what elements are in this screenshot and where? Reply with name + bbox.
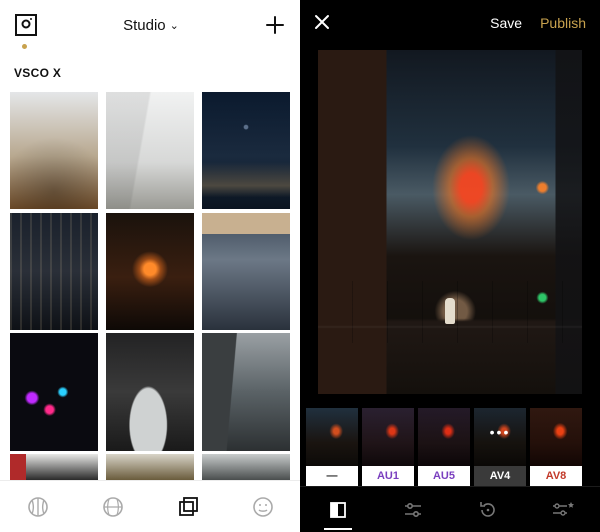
grid-thumb[interactable] (10, 213, 98, 330)
preset-item[interactable]: AU5 (418, 402, 470, 486)
grid-thumb[interactable] (106, 92, 194, 209)
grid-thumb[interactable] (106, 213, 194, 330)
editor-actions: Save Publish (490, 15, 586, 31)
editor-pane: Save Publish — AU1 AU5 ••• AV4 (300, 0, 600, 532)
grid-thumb[interactable] (10, 92, 98, 209)
add-button[interactable] (264, 14, 286, 36)
app-logo-icon[interactable] (14, 13, 38, 37)
editor-preview[interactable] (318, 50, 582, 394)
studio-footer-nav (0, 480, 300, 532)
editor-nav-favorites-icon[interactable] (543, 490, 583, 530)
studio-pane: Studio ⌄ VSCO X (0, 0, 300, 532)
save-button[interactable]: Save (490, 15, 522, 31)
preset-strip: — AU1 AU5 ••• AV4 AV8 (300, 402, 600, 486)
preset-label: — (327, 470, 338, 482)
grid-thumb[interactable] (10, 454, 98, 480)
preset-item-selected[interactable]: ••• AV4 (474, 402, 526, 486)
grid-thumb[interactable] (202, 333, 290, 450)
editor-nav-adjust-icon[interactable] (393, 490, 433, 530)
preset-label: AV8 (546, 470, 567, 482)
preset-label: AU1 (377, 470, 399, 482)
grid-thumb[interactable] (106, 454, 194, 480)
close-icon[interactable] (314, 14, 332, 32)
chevron-down-icon: ⌄ (170, 19, 179, 32)
editor-nav-history-icon[interactable] (468, 490, 508, 530)
studio-header: Studio ⌄ (0, 0, 300, 50)
grid-thumb[interactable] (202, 213, 290, 330)
grid-thumb[interactable] (202, 92, 290, 209)
photo-grid (0, 92, 300, 480)
nav-profile-icon[interactable] (241, 485, 285, 529)
preset-original[interactable]: — (306, 402, 358, 486)
nav-explore-icon[interactable] (91, 485, 135, 529)
preset-label: AV4 (490, 470, 511, 482)
editor-footer-nav (300, 486, 600, 532)
preset-more-icon: ••• (474, 424, 526, 440)
nav-feed-icon[interactable] (16, 485, 60, 529)
nav-studio-icon[interactable] (166, 485, 210, 529)
grid-thumb[interactable] (10, 333, 98, 450)
grid-thumb[interactable] (106, 333, 194, 450)
publish-button[interactable]: Publish (540, 15, 586, 31)
preset-item[interactable]: AV8 (530, 402, 582, 486)
editor-header: Save Publish (300, 0, 600, 46)
preset-item[interactable]: AU1 (362, 402, 414, 486)
preset-label: AU5 (433, 470, 455, 482)
grid-thumb[interactable] (202, 454, 290, 480)
editor-nav-presets-icon[interactable] (318, 490, 358, 530)
notification-dot (22, 44, 27, 49)
section-label: VSCO X (0, 50, 300, 92)
studio-title: Studio (123, 17, 166, 34)
studio-dropdown[interactable]: Studio ⌄ (123, 17, 179, 34)
